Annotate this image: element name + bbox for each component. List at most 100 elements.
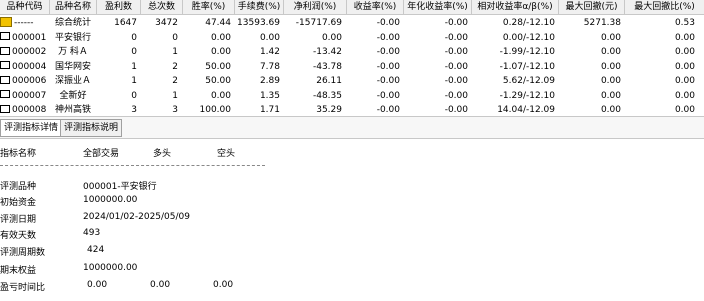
col-header-annual[interactable]: 年化收益率(%) (404, 0, 472, 14)
detail-header-short: 空头 (217, 149, 236, 159)
cell-text: 0.00 (674, 76, 695, 86)
table-row[interactable]: 000004 国华网安 1 2 50.00 7.78 -43.78 -0.00 -0.00 -1.… (0, 60, 704, 74)
cell-text: 0.00 (674, 61, 695, 72)
cell-text: -1.29/-12.10 (499, 90, 555, 101)
stock-icon (0, 46, 10, 55)
cell-fee: 13593.69 (235, 16, 280, 30)
cell-text: 0.00 (674, 90, 695, 101)
cell-win: 0 (97, 45, 137, 59)
cell-name: 万 科Ａ (50, 45, 96, 59)
cell-fee: 2.89 (235, 74, 280, 88)
cell-text: 0.00 (600, 90, 621, 101)
table-row[interactable]: 000008 神州高铁 3 3 100.00 1.71 35.29 -0.00 -0.00 14.… (0, 103, 704, 114)
col-header-win[interactable]: 盈利数 (97, 0, 141, 14)
cell-text: 0.00 (600, 47, 621, 57)
detail-header-name: 指标名称 (0, 149, 37, 159)
cell-dd: 0.00 (559, 31, 621, 45)
detail-value-pnl-short: 0.00 (213, 280, 234, 290)
cell-text: 100.00 (199, 105, 232, 114)
table-row[interactable]: 000002 万 科Ａ 0 1 0.00 1.42 -13.42 -0.00 -0.00 -1.9… (0, 45, 704, 59)
cell-code: 000004 (0, 60, 49, 74)
detail-value-pnl-long: 0.00 (150, 280, 171, 290)
cell-name: 深振业Ａ (50, 74, 96, 88)
cell-fee: 1.71 (235, 103, 280, 114)
cell-ddr: 0.00 (625, 89, 695, 103)
col-header-rate[interactable]: 胜率(%) (183, 0, 235, 14)
cell-text: 0 (131, 90, 137, 101)
cell-text: -43.78 (312, 61, 342, 72)
cell-fee: 0.00 (235, 31, 280, 45)
cell-text: 13593.69 (237, 18, 280, 28)
cell-rel: 14.04/-12.09 (472, 103, 555, 114)
cell-annual: -0.00 (404, 45, 468, 59)
stock-icon (0, 104, 10, 113)
table-row[interactable]: 000006 深振业Ａ 1 2 50.00 2.89 26.11 -0.00 -0.00 5.62… (0, 74, 704, 88)
cell-text: 000006 (12, 76, 47, 86)
stock-icon (0, 61, 10, 69)
cell-text: 0.00 (600, 61, 621, 72)
cell-text: 1 (131, 61, 137, 72)
cell-text: 1.71 (259, 105, 280, 114)
tab-indicator-description[interactable]: 评测指标说明 (60, 119, 123, 137)
cell-dd: 0.00 (559, 45, 621, 59)
col-header-drawdown-ratio[interactable]: 最大回撤比(%) (625, 0, 704, 14)
cell-text: 5271.38 (583, 18, 621, 28)
cell-annual: -0.00 (404, 16, 468, 30)
cell-net: -48.35 (284, 89, 342, 103)
detail-value-periods: 424 (87, 245, 105, 255)
cell-code: 000007 (0, 89, 49, 103)
cell-text: -1.07/-12.10 (499, 61, 555, 72)
col-header-code[interactable]: 品种代码 (0, 0, 50, 14)
stock-icon (0, 75, 10, 84)
cell-text: 1 (172, 47, 178, 57)
cell-text: 5.62/-12.09 (502, 76, 555, 86)
cell-text: -0.00 (444, 76, 468, 86)
cell-text: -48.35 (312, 90, 342, 101)
col-header-drawdown[interactable]: 最大回撤(元) (559, 0, 625, 14)
cell-annual: -0.00 (404, 89, 468, 103)
tab-indicator-details[interactable]: 评测指标详情 (0, 119, 63, 137)
col-header-relative[interactable]: 相对收益率α/β(%) (472, 0, 559, 14)
cell-text: 2 (172, 76, 178, 86)
col-header-name[interactable]: 品种名称 (50, 0, 97, 14)
col-header-return[interactable]: 收益率(%) (347, 0, 404, 14)
cell-rel: -1.07/-12.10 (472, 60, 555, 74)
col-header-net[interactable]: 净利润(%) (284, 0, 347, 14)
cell-ddr: 0.00 (625, 60, 695, 74)
cell-ddr: 0.00 (625, 45, 695, 59)
cell-text: 0.00 (210, 47, 231, 57)
cell-ret: -0.00 (347, 74, 400, 88)
tab-bar: 评测指标详情 评测指标说明 (0, 116, 704, 139)
cell-total: 1 (141, 89, 178, 103)
cell-text: 000007 (12, 90, 47, 101)
cell-text: 000002 (12, 47, 47, 57)
detail-value-pnl-all: 0.00 (87, 280, 108, 290)
cell-text: -0.00 (376, 76, 400, 86)
cell-text: 1.35 (259, 90, 280, 101)
cell-ret: -0.00 (347, 103, 400, 114)
cell-text: 0.00 (674, 32, 695, 43)
cell-text: -0.00 (444, 47, 468, 57)
cell-rate: 50.00 (183, 60, 231, 74)
cell-text: 0.00 (674, 47, 695, 57)
cell-total: 2 (141, 74, 178, 88)
cell-text: -0.00 (376, 61, 400, 72)
cell-text: 0 (131, 32, 137, 43)
table-row[interactable]: 000001 平安银行 0 0 0.00 0.00 0.00 -0.00 -0.00 0.00/-… (0, 31, 704, 45)
table-row[interactable]: ------ 综合统计 1647 3472 47.44 13593.69 -15717.69… (0, 16, 704, 30)
cell-text: -0.00 (376, 32, 400, 43)
detail-value-capital: 1000000.00 (83, 195, 138, 205)
cell-rel: -1.29/-12.10 (472, 89, 555, 103)
cell-net: -43.78 (284, 60, 342, 74)
table-row[interactable]: 000007 全新好 0 1 0.00 1.35 -48.35 -0.00 -0.00 -1.29… (0, 89, 704, 103)
col-header-fee[interactable]: 手续费(%) (235, 0, 284, 14)
cell-fee: 1.35 (235, 89, 280, 103)
cell-fee: 7.78 (235, 60, 280, 74)
cell-text: 全新好 (59, 90, 87, 101)
cell-fee: 1.42 (235, 45, 280, 59)
cell-text: -15717.69 (295, 18, 342, 28)
cell-text: 35.29 (316, 105, 342, 114)
detail-value-symbol: 000001-平安银行 (83, 182, 157, 192)
col-header-total[interactable]: 总次数 (141, 0, 183, 14)
cell-text: 国华网安 (54, 61, 91, 72)
